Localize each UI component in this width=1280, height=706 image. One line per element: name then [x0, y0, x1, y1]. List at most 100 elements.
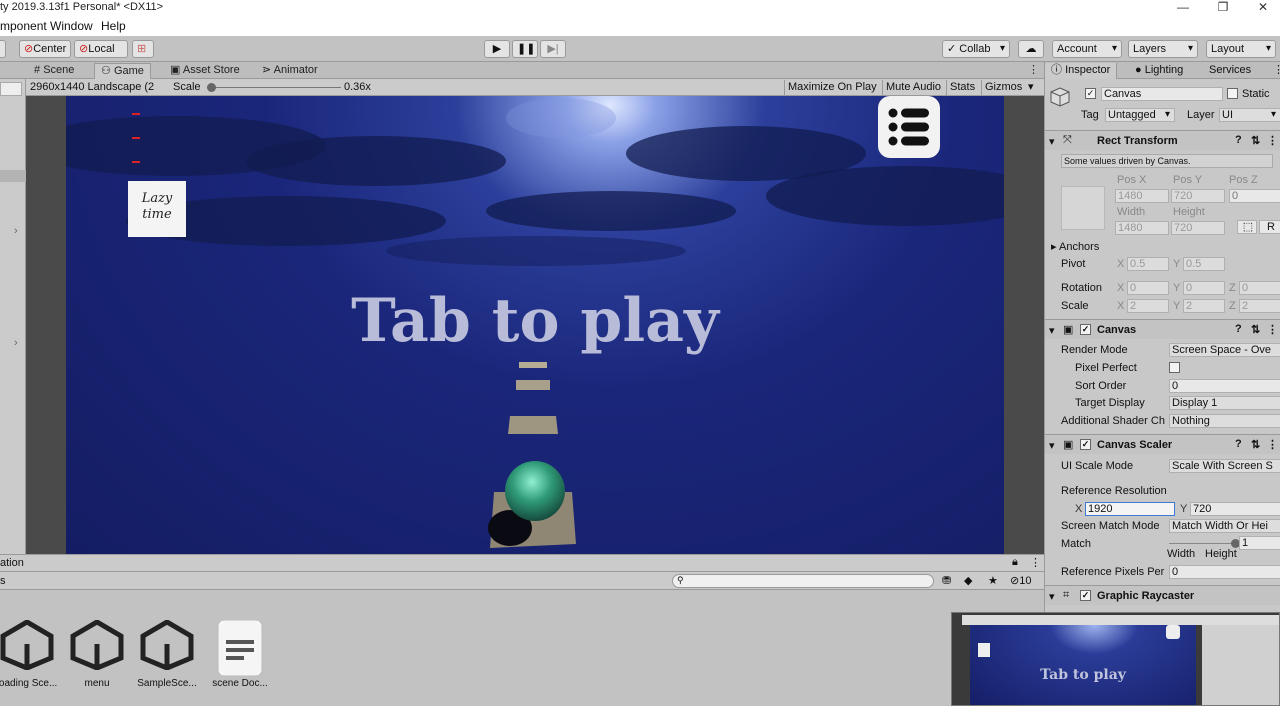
height-field[interactable]: 720: [1171, 221, 1225, 235]
scale-slider[interactable]: [211, 87, 341, 88]
help-icon[interactable]: ?: [1235, 134, 1242, 146]
tab-animator[interactable]: ⋗ Animator: [256, 63, 324, 79]
reference-pixels-per-unit-field[interactable]: 0: [1169, 565, 1280, 579]
reference-resolution-x-field[interactable]: 1920: [1085, 502, 1175, 516]
match-value-field[interactable]: 1: [1239, 536, 1280, 550]
sort-order-field[interactable]: 0: [1169, 379, 1280, 393]
tab-services[interactable]: Services: [1203, 63, 1257, 79]
minimize-button[interactable]: —: [1168, 0, 1198, 16]
presets-icon[interactable]: ⇅: [1251, 323, 1260, 336]
rect-transform-header[interactable]: ▾ ⤧ Rect Transform ? ⇅ ⋮: [1045, 130, 1280, 150]
ui-scale-mode-dropdown[interactable]: Scale With Screen S: [1169, 459, 1280, 473]
gizmos-dropdown-icon[interactable]: ▾: [1028, 80, 1034, 95]
game-scene[interactable]: Lazy time Tab to play: [66, 96, 1004, 554]
active-checkbox[interactable]: ✓: [1085, 88, 1096, 99]
kebab-menu-icon[interactable]: ⋮: [1022, 63, 1045, 79]
chevron-right-icon[interactable]: ›: [14, 337, 18, 349]
stats-toggle[interactable]: Stats: [946, 80, 975, 95]
chevron-right-icon[interactable]: ›: [14, 225, 18, 237]
close-button[interactable]: ✕: [1248, 0, 1278, 16]
collab-dropdown[interactable]: ✓ Collab: [942, 40, 1010, 58]
asset-document[interactable]: scene Doc...: [205, 619, 275, 689]
hierarchy-tab[interactable]: [0, 62, 26, 79]
posz-field[interactable]: 0: [1229, 189, 1280, 203]
game-view[interactable]: Lazy time Tab to play: [26, 96, 1044, 554]
menu-window[interactable]: Window: [50, 19, 93, 33]
menu-help[interactable]: Help: [101, 19, 126, 33]
pivot-center-button[interactable]: ⊘Center: [19, 40, 71, 58]
tab-scene[interactable]: # Scene: [28, 63, 80, 79]
hierarchy-search[interactable]: [0, 82, 22, 96]
resolution-dropdown[interactable]: 2960x1440 Landscape (2: [30, 80, 168, 95]
grid-snap-button[interactable]: ⊞: [132, 40, 154, 58]
shader-channels-dropdown[interactable]: Nothing: [1169, 414, 1280, 428]
width-field[interactable]: 1480: [1115, 221, 1169, 235]
lock-icon[interactable]: 🔒︎: [1012, 556, 1018, 569]
layer-dropdown[interactable]: UI: [1219, 108, 1280, 122]
screen-match-mode-dropdown[interactable]: Match Width Or Hei: [1169, 519, 1280, 533]
canvas-scaler-enabled-checkbox[interactable]: ✓: [1080, 439, 1091, 450]
pivot-local-button[interactable]: ⊘Local: [74, 40, 128, 58]
favorite-star-icon[interactable]: ★: [988, 574, 998, 587]
mute-audio-toggle[interactable]: Mute Audio: [882, 80, 941, 95]
game-menu-button[interactable]: [878, 96, 940, 158]
pivot-x-field[interactable]: 0.5: [1127, 257, 1169, 271]
tag-dropdown[interactable]: Untagged: [1105, 108, 1175, 122]
step-button[interactable]: ▶|: [540, 40, 566, 58]
pixel-perfect-checkbox[interactable]: [1169, 362, 1180, 373]
hidden-count[interactable]: ⊘10: [1010, 574, 1031, 587]
scale-y-field[interactable]: 2: [1183, 299, 1225, 313]
kebab-menu-icon[interactable]: ⋮: [1267, 63, 1280, 79]
layers-dropdown[interactable]: Layers: [1128, 40, 1198, 58]
tab-inspector[interactable]: ⓘ Inspector: [1045, 63, 1118, 79]
kebab-menu-icon[interactable]: ⋮: [1030, 556, 1041, 569]
cloud-button[interactable]: ☁: [1018, 40, 1044, 58]
label-icon[interactable]: ◆: [964, 574, 972, 587]
canvas-component-header[interactable]: ▾ ▣ ✓ Canvas ? ⇅ ⋮: [1045, 319, 1280, 339]
help-icon[interactable]: ?: [1235, 438, 1242, 450]
raw-edit-button[interactable]: R: [1259, 220, 1280, 234]
layout-dropdown[interactable]: Layout: [1206, 40, 1276, 58]
posy-field[interactable]: 720: [1171, 189, 1225, 203]
graphic-raycaster-header[interactable]: ▾ ⌗ ✓ Graphic Raycaster: [1045, 585, 1280, 605]
pivot-y-field[interactable]: 0.5: [1183, 257, 1225, 271]
toolbar-left-stub[interactable]: [0, 40, 6, 58]
asset-scene-sample[interactable]: SampleSce...: [132, 619, 202, 689]
scale-z-field[interactable]: 2: [1239, 299, 1280, 313]
rotation-x-field[interactable]: 0: [1127, 281, 1169, 295]
match-slider[interactable]: [1169, 539, 1240, 548]
static-checkbox[interactable]: [1227, 88, 1238, 99]
tab-game[interactable]: ⚇ Game: [94, 63, 151, 79]
presets-icon[interactable]: ⇅: [1251, 438, 1260, 451]
posx-field[interactable]: 1480: [1115, 189, 1169, 203]
play-button[interactable]: ▶: [484, 40, 510, 58]
taskbar-thumbnail-preview[interactable]: Tab to play: [951, 612, 1280, 706]
menu-component[interactable]: mponent: [0, 19, 47, 33]
tab-lighting[interactable]: ● Lighting: [1129, 63, 1189, 79]
project-search-input[interactable]: ⚲: [672, 574, 934, 588]
pause-button[interactable]: ❚❚: [512, 40, 538, 58]
tab-asset-store[interactable]: ▣ Asset Store: [164, 63, 246, 79]
render-mode-dropdown[interactable]: Screen Space - Ove: [1169, 343, 1280, 357]
asset-scene-menu[interactable]: menu: [62, 619, 132, 689]
canvas-enabled-checkbox[interactable]: ✓: [1080, 324, 1091, 335]
gizmos-toggle[interactable]: Gizmos: [981, 80, 1022, 95]
reference-resolution-y-field[interactable]: 720: [1190, 502, 1280, 516]
presets-icon[interactable]: ⇅: [1251, 134, 1260, 147]
lazy-time-button[interactable]: Lazy time: [128, 181, 186, 237]
maximize-button[interactable]: ❐: [1208, 0, 1238, 16]
rotation-z-field[interactable]: 0: [1239, 281, 1280, 295]
object-name-field[interactable]: Canvas: [1101, 87, 1223, 101]
rotation-y-field[interactable]: 0: [1183, 281, 1225, 295]
anchor-presets-button[interactable]: [1061, 186, 1105, 230]
kebab-menu-icon[interactable]: ⋮: [1267, 134, 1278, 147]
blueprint-mode-button[interactable]: ⬚: [1237, 220, 1257, 234]
scale-slider-thumb[interactable]: [207, 83, 216, 92]
filter-type-icon[interactable]: ⛃: [942, 574, 951, 587]
maximize-on-play-toggle[interactable]: Maximize On Play: [784, 80, 877, 95]
asset-scene-loading[interactable]: loading Sce...: [0, 619, 62, 689]
kebab-menu-icon[interactable]: ⋮: [1267, 438, 1278, 451]
canvas-scaler-header[interactable]: ▾ ▣ ✓ Canvas Scaler ? ⇅ ⋮: [1045, 434, 1280, 454]
anchors-foldout[interactable]: ▸ Anchors: [1051, 240, 1099, 253]
kebab-menu-icon[interactable]: ⋮: [1267, 323, 1278, 336]
